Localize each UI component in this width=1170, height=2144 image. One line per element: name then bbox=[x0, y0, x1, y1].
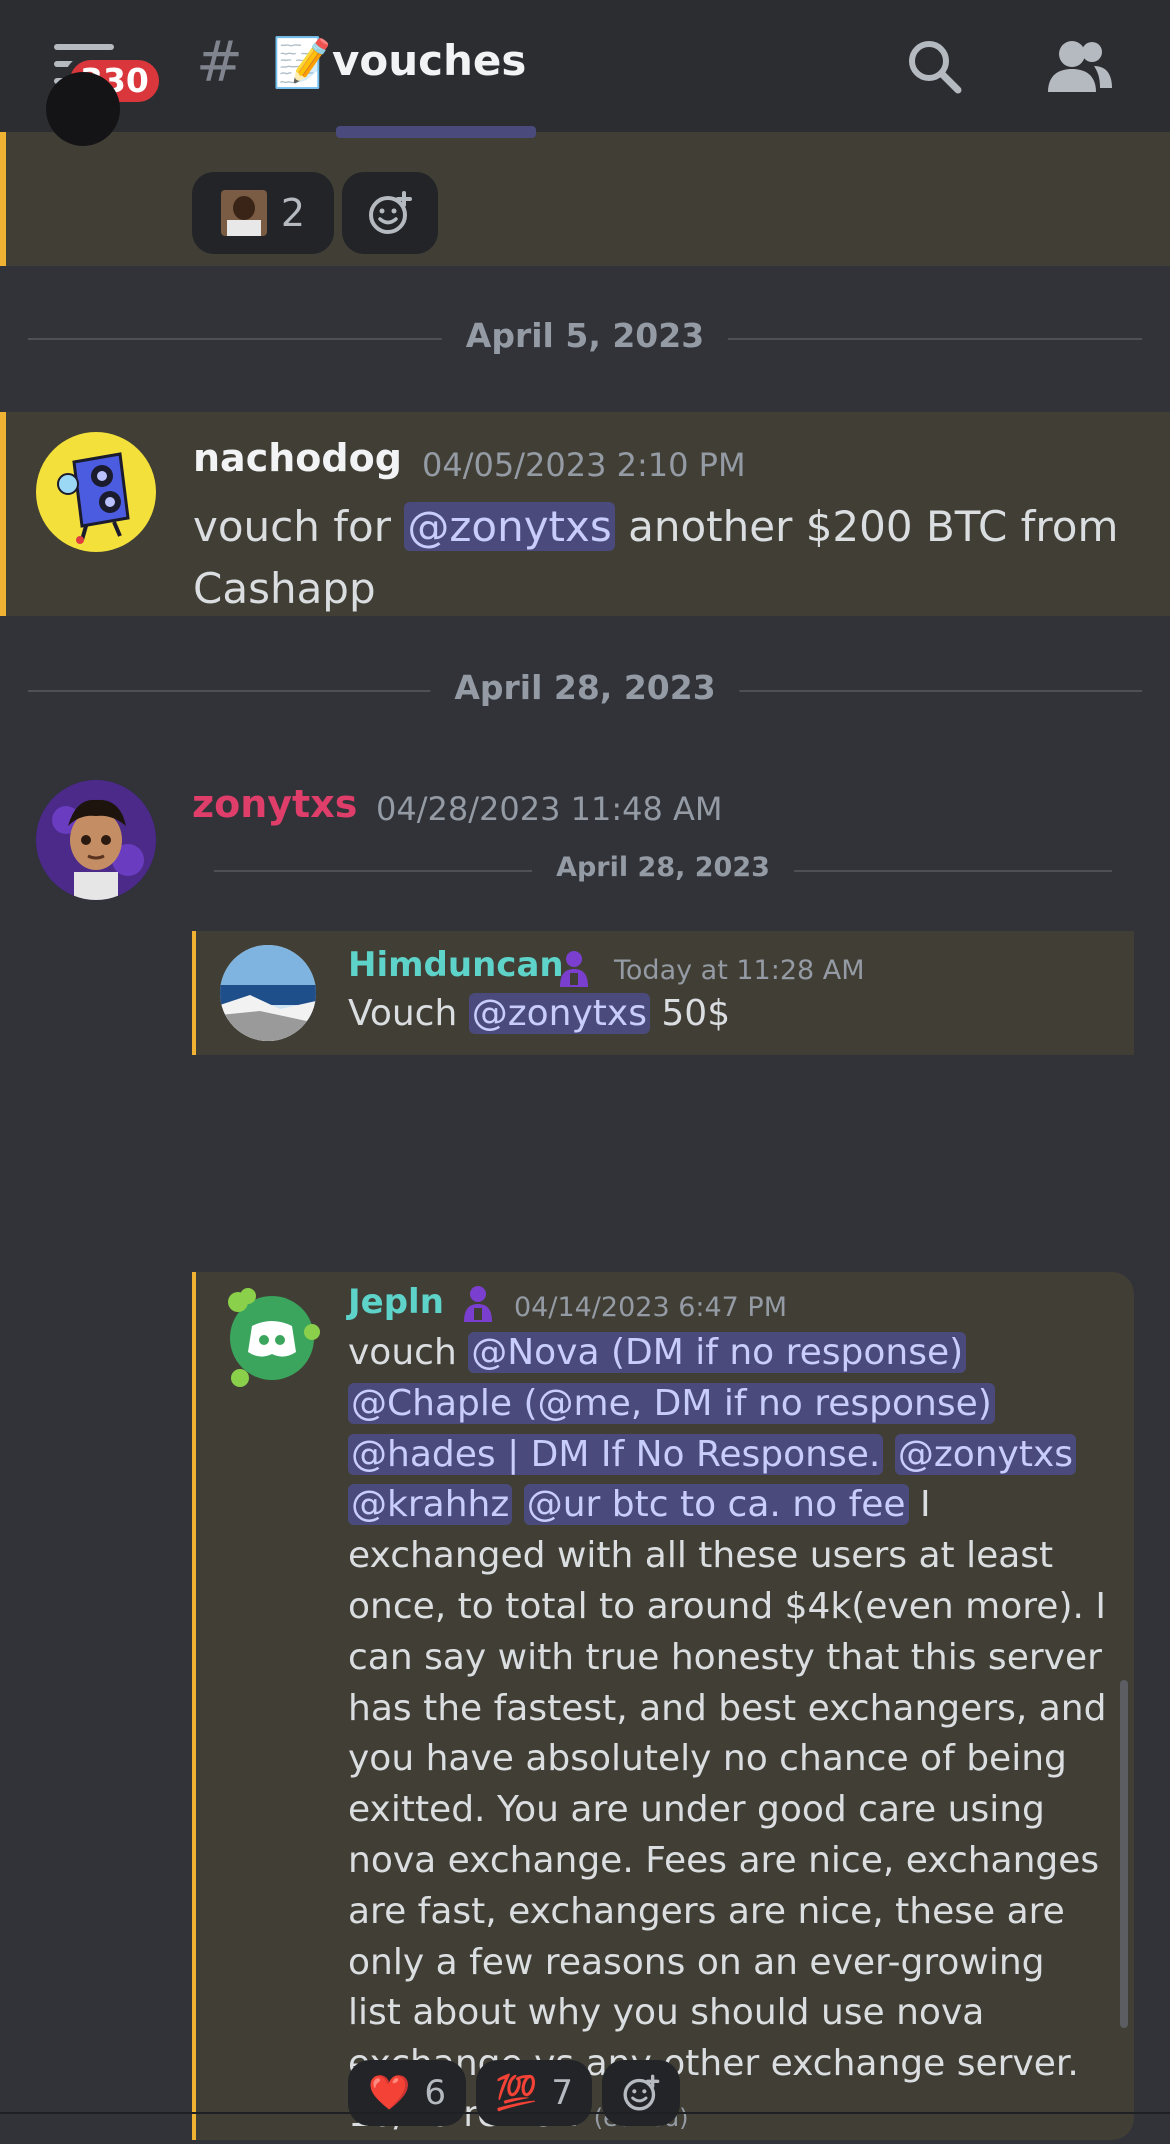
add-reaction-icon bbox=[369, 191, 412, 234]
reaction-chip-heart[interactable]: ❤️ 6 bbox=[348, 2060, 466, 2126]
user-mention[interactable]: @zonytxs bbox=[894, 1433, 1077, 1475]
hash-icon: # bbox=[196, 30, 243, 95]
members-icon[interactable] bbox=[1044, 38, 1114, 94]
role-icon bbox=[560, 951, 588, 987]
timestamp: 04/05/2023 2:10 PM bbox=[422, 446, 746, 484]
date-divider-label: April 28, 2023 bbox=[430, 668, 740, 707]
quoted-message-himduncan[interactable]: Himduncan Today at 11:28 AM Vouch @zonyt… bbox=[192, 931, 1134, 1055]
avatar-himduncan[interactable] bbox=[220, 945, 316, 1041]
reaction-count: 6 bbox=[424, 2073, 446, 2113]
date-divider-label: April 5, 2023 bbox=[441, 316, 729, 355]
avatar-nachodog[interactable] bbox=[36, 432, 156, 552]
quoted-username[interactable]: Himduncan bbox=[348, 945, 564, 985]
username[interactable]: zonytxs bbox=[192, 782, 357, 826]
quoted-content: vouch @Nova (DM if no response) @Chaple … bbox=[348, 1332, 1107, 2135]
reaction-count: 7 bbox=[551, 2073, 573, 2113]
heart-emoji: ❤️ bbox=[368, 2073, 411, 2113]
embedded-date-divider-label: April 28, 2023 bbox=[532, 852, 794, 883]
channel-name[interactable]: vouches bbox=[332, 36, 526, 85]
add-reaction-icon bbox=[623, 2074, 660, 2111]
avatar[interactable] bbox=[46, 72, 120, 146]
user-mention[interactable]: @hades | DM If No Response. bbox=[348, 1433, 884, 1475]
quoted-username[interactable]: Jepln bbox=[348, 1282, 444, 1322]
add-reaction-button[interactable] bbox=[602, 2060, 680, 2126]
user-mention[interactable]: @zonytxs bbox=[468, 993, 650, 1034]
user-mention[interactable]: @Chaple (@me, DM if no response) bbox=[348, 1382, 995, 1424]
date-divider: April 5, 2023 bbox=[28, 316, 1142, 355]
hundred-emoji: 💯 bbox=[495, 2073, 538, 2113]
quoted-content: Vouch @zonytxs 50$ bbox=[348, 993, 731, 1034]
scrollbar[interactable] bbox=[1120, 1680, 1128, 2028]
reaction-chip[interactable]: 2 bbox=[192, 172, 334, 254]
avatar-jepln[interactable] bbox=[220, 1282, 324, 1387]
role-icon bbox=[464, 1286, 492, 1322]
quoted-timestamp: 04/14/2023 6:47 PM bbox=[514, 1292, 787, 1323]
quoted-timestamp: Today at 11:28 AM bbox=[614, 955, 865, 986]
user-mention[interactable]: @krahhz bbox=[348, 1484, 513, 1526]
timestamp: 04/28/2023 11:48 AM bbox=[376, 790, 723, 828]
message-previous: 2 bbox=[0, 72, 1170, 266]
message-content: vouch for @zonytxs another $200 BTC from… bbox=[193, 502, 1119, 613]
channel-emoji: 📝 bbox=[272, 35, 332, 91]
user-mention[interactable]: @zonytxs bbox=[404, 502, 615, 551]
add-reaction-button[interactable] bbox=[342, 172, 438, 254]
bottom-divider bbox=[0, 2112, 1170, 2114]
channel-header: 330 # 📝 vouches bbox=[0, 0, 1170, 134]
username[interactable]: nachodog bbox=[193, 436, 402, 480]
embedded-date-divider: April 28, 2023 bbox=[214, 852, 1112, 883]
mention-partial bbox=[336, 126, 536, 138]
user-mention[interactable]: @ur btc to ca. no fee bbox=[523, 1484, 909, 1526]
quoted-message-jepln[interactable]: Jepln 04/14/2023 6:47 PM vouch @Nova (DM… bbox=[192, 1272, 1134, 2140]
reaction-count: 2 bbox=[280, 191, 306, 235]
date-divider: April 28, 2023 bbox=[28, 668, 1142, 707]
search-icon[interactable] bbox=[904, 36, 964, 96]
message-list[interactable]: 2 April 5, 2023 nachodog 04/05/2023 2:10… bbox=[0, 72, 1170, 2140]
message-nachodog[interactable]: nachodog 04/05/2023 2:10 PM vouch for @z… bbox=[0, 412, 1170, 616]
reaction-chip-hundred[interactable]: 💯 7 bbox=[476, 2060, 592, 2126]
user-mention[interactable]: @Nova (DM if no response) bbox=[468, 1332, 967, 1373]
reaction-avatar-emoji bbox=[220, 190, 267, 236]
avatar-zonytxs[interactable] bbox=[36, 780, 156, 900]
